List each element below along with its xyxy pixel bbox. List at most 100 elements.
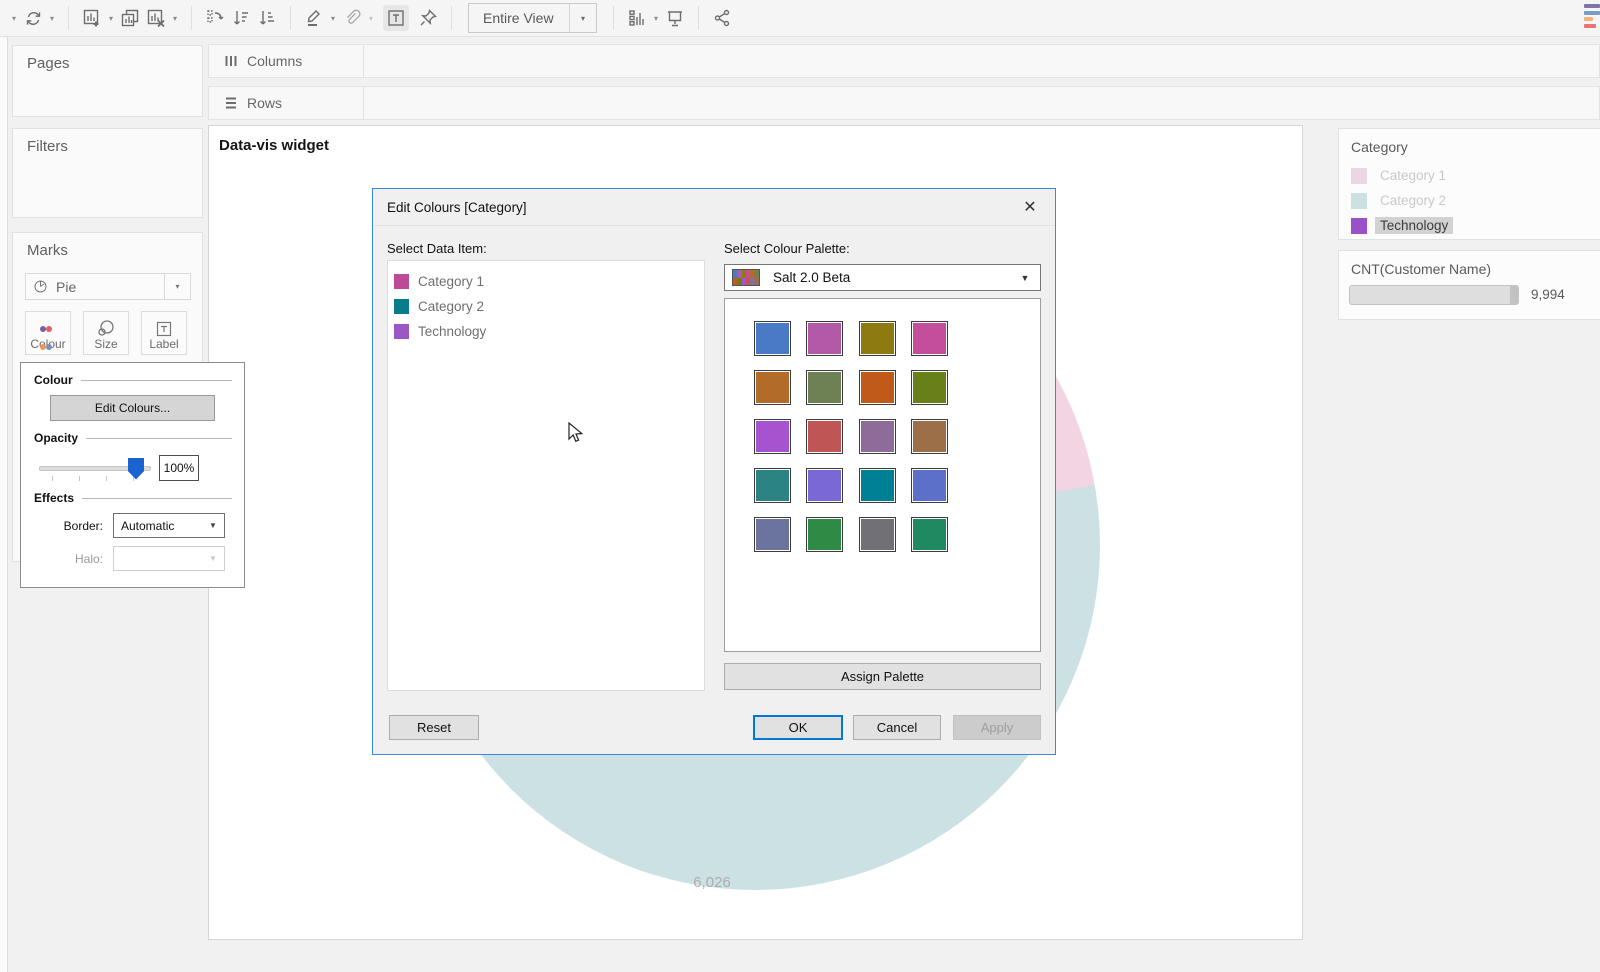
palette-colour-swatch[interactable]	[806, 468, 843, 503]
new-worksheet-icon[interactable]	[79, 5, 105, 31]
palette-colour-swatch[interactable]	[754, 419, 791, 454]
palette-colour-swatch[interactable]	[754, 517, 791, 552]
text-label-icon[interactable]	[383, 5, 409, 31]
mark-type-dropdown[interactable]: Pie ▾	[25, 273, 191, 300]
clear-sheet-dropdown-caret-icon[interactable]: ▾	[169, 5, 181, 31]
edit-colours-button[interactable]: Edit Colours...	[50, 395, 215, 421]
filters-shelf[interactable]: Filters	[12, 128, 203, 218]
new-worksheet-dropdown-caret-icon[interactable]: ▾	[105, 5, 117, 31]
data-item-swatch	[394, 299, 409, 314]
palette-colour-swatch[interactable]	[806, 370, 843, 405]
opacity-value-box[interactable]: 100%	[159, 455, 199, 481]
clear-sheet-icon[interactable]	[143, 5, 169, 31]
collapsed-data-pane-rail[interactable]	[0, 37, 8, 972]
palette-colour-swatch[interactable]	[911, 370, 948, 405]
select-data-item-label: Select Data Item:	[387, 241, 487, 256]
legend-swatch	[1351, 193, 1367, 209]
data-item-swatch	[394, 324, 409, 339]
palette-dropdown[interactable]: Salt 2.0 Beta ▼	[724, 264, 1041, 291]
legend-item[interactable]: Technology	[1339, 213, 1600, 238]
show-me-icon[interactable]	[1584, 4, 1600, 28]
columns-shelf[interactable]: Columns	[208, 44, 1600, 78]
effects-section-header: Effects	[34, 491, 74, 505]
colour-options-popup: Colour Edit Colours... Opacity 100% Effe…	[20, 362, 245, 588]
data-item-list[interactable]: Category 1Category 2 Technology	[387, 260, 705, 691]
border-dropdown[interactable]: Automatic ▼	[113, 513, 225, 538]
paperclip-dropdown-caret-icon[interactable]: ▾	[365, 5, 377, 31]
share-icon[interactable]	[709, 5, 735, 31]
border-value: Automatic	[114, 519, 202, 533]
opacity-slider-handle[interactable]	[128, 458, 144, 480]
assign-palette-button[interactable]: Assign Palette	[724, 663, 1041, 690]
apply-button[interactable]: Apply	[953, 715, 1041, 740]
size-button[interactable]: Size	[83, 311, 129, 355]
halo-label: Halo:	[21, 552, 113, 566]
duplicate-sheet-icon[interactable]	[117, 5, 143, 31]
close-icon[interactable]: ✕	[1019, 197, 1041, 217]
toolbar: ▾ ▾ ▾ ▾ ▾ ▾ Entire View ▾	[0, 0, 1600, 37]
refresh-icon[interactable]	[20, 5, 46, 31]
size-slider[interactable]	[1349, 285, 1519, 305]
data-item-row[interactable]: Category 1	[388, 269, 704, 294]
palette-preview-swatch-icon	[732, 269, 760, 286]
category-legend-card: Category Category 1Category 2Technology	[1338, 128, 1600, 240]
palette-colour-swatch[interactable]	[859, 370, 896, 405]
ok-button[interactable]: OK	[753, 715, 843, 740]
palette-colour-swatch[interactable]	[911, 517, 948, 552]
show-cards-icon[interactable]	[624, 5, 650, 31]
size-slider-handle[interactable]	[1510, 286, 1518, 304]
palette-colour-swatch[interactable]	[911, 321, 948, 356]
paperclip-icon[interactable]	[339, 5, 365, 31]
undo-dropdown-caret-icon[interactable]: ▾	[8, 5, 20, 31]
palette-colour-swatch[interactable]	[859, 321, 896, 356]
legend-item[interactable]: Category 2	[1339, 188, 1600, 213]
pin-icon[interactable]	[415, 5, 441, 31]
highlight-dropdown-caret-icon[interactable]: ▾	[327, 5, 339, 31]
palette-colour-swatch[interactable]	[754, 370, 791, 405]
halo-caret-icon: ▼	[202, 554, 224, 563]
size-card-title: CNT(Customer Name)	[1339, 251, 1600, 277]
palette-colour-swatch[interactable]	[859, 517, 896, 552]
label-button[interactable]: Label	[141, 311, 187, 355]
toolbar-divider	[698, 6, 699, 30]
palette-colour-swatch[interactable]	[806, 419, 843, 454]
palette-colour-swatch[interactable]	[859, 468, 896, 503]
palette-colour-swatch[interactable]	[754, 468, 791, 503]
palette-colour-swatch[interactable]	[859, 419, 896, 454]
data-item-label: Technology	[418, 324, 486, 339]
view-mode-dropdown[interactable]: Entire View ▾	[468, 3, 597, 33]
toolbar-divider	[191, 6, 192, 30]
halo-dropdown[interactable]: ▼	[113, 546, 225, 571]
refresh-dropdown-caret-icon[interactable]: ▾	[46, 5, 58, 31]
legend-label: Technology	[1375, 217, 1453, 234]
legend-item[interactable]: Category 1	[1339, 163, 1600, 188]
palette-colour-swatch[interactable]	[806, 321, 843, 356]
presentation-mode-icon[interactable]	[662, 5, 688, 31]
cancel-button[interactable]: Cancel	[853, 715, 941, 740]
palette-colour-swatch[interactable]	[911, 468, 948, 503]
reset-button[interactable]: Reset	[389, 715, 479, 740]
rows-shelf-label: Rows	[247, 95, 282, 111]
text-label-icon	[154, 319, 174, 339]
swap-axes-icon[interactable]	[202, 5, 228, 31]
palette-colour-swatch[interactable]	[806, 517, 843, 552]
highlight-icon[interactable]	[301, 5, 327, 31]
mouse-cursor	[566, 422, 586, 444]
rows-shelf[interactable]: Rows	[208, 86, 1600, 120]
data-item-row[interactable]: Technology	[388, 319, 704, 344]
select-colour-palette-label: Select Colour Palette:	[724, 241, 850, 256]
sort-ascending-icon[interactable]	[228, 5, 254, 31]
palette-colour-swatch[interactable]	[911, 419, 948, 454]
opacity-slider[interactable]	[39, 466, 151, 471]
legend-label: Category 1	[1375, 167, 1451, 184]
colour-button[interactable]: Colour	[25, 311, 71, 355]
show-cards-dropdown-caret-icon[interactable]: ▾	[650, 5, 662, 31]
view-mode-caret-icon[interactable]: ▾	[570, 14, 596, 23]
legend-swatch	[1351, 168, 1367, 184]
palette-dropdown-caret-icon[interactable]: ▼	[1010, 273, 1040, 283]
mark-type-caret-icon[interactable]: ▾	[164, 274, 190, 299]
sort-descending-icon[interactable]	[254, 5, 280, 31]
data-item-row[interactable]: Category 2	[388, 294, 704, 319]
pages-shelf[interactable]: Pages	[12, 45, 203, 117]
palette-colour-swatch[interactable]	[754, 321, 791, 356]
